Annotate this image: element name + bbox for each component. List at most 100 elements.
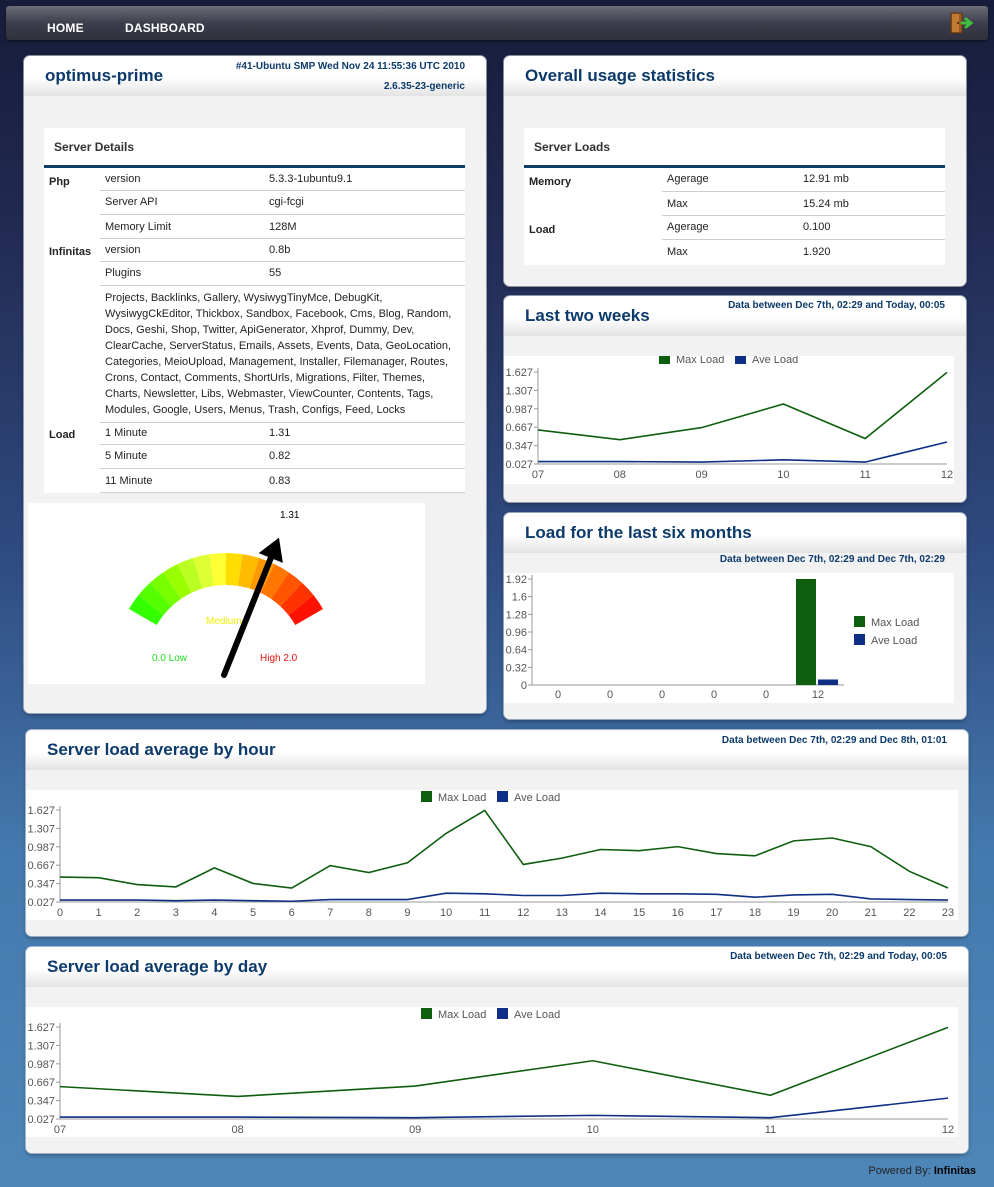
x-tick-label: 07 xyxy=(54,1124,66,1136)
legend-max-label: Max Load xyxy=(676,356,724,366)
x-tick-label: 17 xyxy=(710,907,722,919)
y-tick-label: 0.667 xyxy=(27,1077,55,1089)
top-nav-bar: HOME DASHBOARD xyxy=(6,6,988,40)
y-tick-label: 0.347 xyxy=(27,1096,55,1108)
group-php-label: Php xyxy=(49,176,70,188)
y-tick-label: 0.027 xyxy=(505,459,533,471)
y-tick-label: 1.28 xyxy=(506,609,527,621)
powered-by: Powered By: Infinitas xyxy=(868,1165,976,1177)
x-tick-label: 6 xyxy=(289,907,295,919)
detail-key: 11 Minute xyxy=(105,475,153,487)
plugins-line: Crons, Contact, Comments, ShortUrls, Mig… xyxy=(105,372,426,384)
y-tick-label: 0.027 xyxy=(27,1114,55,1126)
overall-usage-panel: Overall usage statistics Server Loads Me… xyxy=(504,56,966,286)
legend-max-label: Max Load xyxy=(438,1009,486,1021)
x-tick-label: 12 xyxy=(942,1124,954,1136)
y-tick-label: 0.667 xyxy=(27,860,55,872)
x-tick-label: 10 xyxy=(440,907,452,919)
legend-ave-swatch xyxy=(735,356,746,364)
legend-ave-label: Ave Load xyxy=(514,792,560,804)
detail-value: 5.3.3-1ubuntu9.1 xyxy=(269,173,353,185)
x-tick-label: 2 xyxy=(134,907,140,919)
legend-ave-swatch xyxy=(854,634,865,645)
legend-max-swatch xyxy=(659,356,670,364)
load-key: Max xyxy=(667,198,688,210)
detail-key: Plugins xyxy=(105,267,142,279)
load-gauge: 0.0 Low Medium High 2.0 1.31 xyxy=(28,503,425,684)
six-months-title: Load for the last six months xyxy=(525,523,752,542)
detail-value: 0.8b xyxy=(269,244,291,256)
load-value: 0.100 xyxy=(803,221,831,233)
x-tick-label: 19 xyxy=(787,907,799,919)
by-day-panel: Server load average by day Data between … xyxy=(26,947,968,1153)
y-tick-label: 1.6 xyxy=(512,592,527,604)
detail-key: 5 Minute xyxy=(105,450,148,462)
x-tick-label: 10 xyxy=(777,469,789,481)
x-tick-label: 11 xyxy=(479,907,490,919)
nav-home-link[interactable]: HOME xyxy=(47,21,84,35)
detail-key: version xyxy=(105,244,141,256)
nav-dashboard-link[interactable]: DASHBOARD xyxy=(125,21,205,35)
server-loads-title: Server Loads xyxy=(534,140,611,154)
x-tick-label: 11 xyxy=(859,469,870,481)
bar-ave-load xyxy=(818,679,838,685)
y-tick-label: 0.027 xyxy=(27,897,55,909)
kernel-build: #41-Ubuntu SMP Wed Nov 24 11:55:36 UTC 2… xyxy=(235,61,465,72)
detail-key: Server API xyxy=(105,196,158,208)
legend-max-label: Max Load xyxy=(871,617,919,629)
powered-by-brand[interactable]: Infinitas xyxy=(934,1165,976,1177)
detail-value: cgi-fcgi xyxy=(269,196,304,208)
y-tick-label: 0.667 xyxy=(505,422,533,434)
x-tick-label: 0 xyxy=(763,689,769,701)
x-tick-label: 15 xyxy=(633,907,645,919)
y-tick-label: 0.347 xyxy=(27,879,55,891)
detail-value: 0.82 xyxy=(269,450,291,462)
detail-value: 55 xyxy=(269,267,282,279)
last-two-weeks-chart: Max Load Ave Load 0.027 0.347 0.667 0.987 1.30… xyxy=(504,356,954,484)
x-tick-label: 07 xyxy=(532,469,544,481)
by-hour-title: Server load average by hour xyxy=(47,740,276,759)
group-memory-label: Memory xyxy=(529,176,572,188)
six-months-panel: Load for the last six months Data betwee… xyxy=(504,513,966,719)
gauge-value-label: 1.31 xyxy=(280,510,300,521)
x-tick-label: 18 xyxy=(749,907,761,919)
x-tick-label: 10 xyxy=(587,1124,599,1136)
six-months-chart: 0 0.32 0.64 0.96 1.28 1.6 1.92 0 0 0 0 0 12 Max Load A… xyxy=(504,573,954,703)
legend-max-label: Max Load xyxy=(438,792,486,804)
server-details-title: Server Details xyxy=(54,140,135,154)
legend-max-swatch xyxy=(421,791,432,802)
y-tick-label: 0.987 xyxy=(505,404,533,416)
y-tick-label: 1.307 xyxy=(27,823,55,835)
y-tick-label: 1.627 xyxy=(27,1022,55,1034)
detail-value: 0.83 xyxy=(269,475,291,487)
load-key: Agerage xyxy=(667,173,709,185)
y-tick-label: 1.307 xyxy=(505,385,533,397)
six-months-range: Data between Dec 7th, 02:29 and Dec 7th,… xyxy=(719,554,945,565)
server-hostname: optimus-prime xyxy=(45,66,164,85)
last-two-weeks-title: Last two weeks xyxy=(525,306,650,325)
x-tick-label: 09 xyxy=(409,1124,421,1136)
by-hour-range: Data between Dec 7th, 02:29 and Dec 8th,… xyxy=(721,735,947,746)
x-tick-label: 4 xyxy=(211,907,217,919)
y-tick-label: 1.627 xyxy=(27,805,55,817)
detail-value: 1.31 xyxy=(269,427,291,439)
legend-ave-label: Ave Load xyxy=(752,356,798,366)
x-tick-label: 08 xyxy=(231,1124,243,1136)
plugins-line: WysiwygCkEditor, Thickbox, Sandbox, Face… xyxy=(105,308,452,320)
by-hour-panel: Server load average by hour Data between… xyxy=(26,730,968,936)
detail-key: 1 Minute xyxy=(105,427,148,439)
plugins-line: Projects, Backlinks, Gallery, WysiwygTin… xyxy=(105,292,383,304)
x-tick-label: 12 xyxy=(812,689,824,701)
detail-value: 128M xyxy=(269,221,297,233)
last-two-weeks-panel: Last two weeks Data between Dec 7th, 02:… xyxy=(504,296,966,502)
bar-max-load xyxy=(796,579,816,685)
y-tick-label: 0.987 xyxy=(27,842,55,854)
x-tick-label: 0 xyxy=(555,689,561,701)
plugins-list: Projects, Backlinks, Gallery, WysiwygTin… xyxy=(105,290,463,418)
legend-max-swatch xyxy=(854,616,865,627)
x-tick-label: 09 xyxy=(695,469,707,481)
server-loads-box: Server Loads Memory Agerage 12.91 mb Max… xyxy=(524,128,945,265)
x-tick-label: 5 xyxy=(250,907,256,919)
last-two-weeks-range: Data between Dec 7th, 02:29 and Today, 0… xyxy=(728,300,945,311)
exit-door-icon[interactable] xyxy=(948,11,974,35)
